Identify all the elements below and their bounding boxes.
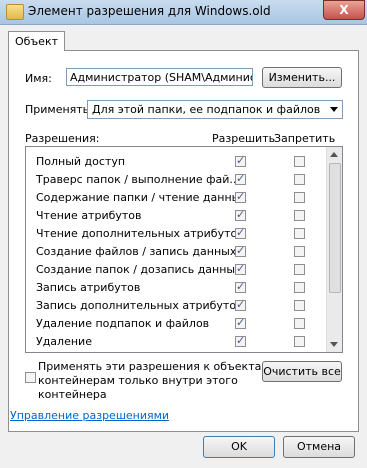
deny-checkbox[interactable] — [294, 174, 305, 185]
scrollbar[interactable] — [326, 147, 342, 352]
name-label: Имя: — [25, 72, 52, 85]
permission-label: Полный доступ — [36, 155, 126, 168]
cancel-button[interactable]: Отмена — [283, 436, 355, 458]
scroll-up-arrow-icon[interactable] — [330, 152, 338, 157]
ok-button[interactable]: OK — [203, 436, 275, 458]
permission-label: Траверс папок / выполнение фай... — [36, 173, 240, 186]
title-bar: Элемент разрешения для Windows.old — [0, 0, 367, 25]
permission-row: Чтение дополнительных атрибутов — [26, 225, 326, 243]
deny-checkbox[interactable] — [294, 156, 305, 167]
close-button[interactable]: X — [323, 0, 365, 20]
permission-label: Удаление — [36, 335, 92, 348]
allow-checkbox[interactable] — [235, 226, 246, 239]
allow-column-header: Разрешить — [212, 132, 276, 145]
allow-checkbox[interactable] — [235, 172, 246, 185]
allow-checkbox[interactable] — [235, 280, 246, 293]
clear-all-button[interactable]: Очистить все — [262, 361, 342, 382]
permission-label: Создание файлов / запись данных — [36, 245, 237, 258]
deny-checkbox[interactable] — [294, 264, 305, 275]
permission-label: Чтение дополнительных атрибутов — [36, 227, 244, 240]
permission-row: Удаление подпапок и файлов — [26, 315, 326, 333]
apply-inside-label-line2: контейнерам только внутри этого — [38, 374, 238, 387]
permission-row: Запись атрибутов — [26, 279, 326, 297]
permission-row: Создание папок / дозапись данных — [26, 261, 326, 279]
deny-checkbox[interactable] — [294, 336, 305, 347]
permissions-header: Разрешения: — [25, 132, 100, 145]
apply-inside-label-line3: контейнера — [38, 388, 107, 401]
allow-checkbox[interactable] — [235, 190, 246, 203]
deny-checkbox[interactable] — [294, 318, 305, 329]
deny-checkbox[interactable] — [294, 246, 305, 257]
permission-label: Создание папок / дозапись данных — [36, 263, 242, 276]
apply-inside-checkbox[interactable] — [25, 372, 36, 383]
permission-row: Чтение атрибутов — [26, 207, 326, 225]
deny-checkbox[interactable] — [294, 282, 305, 293]
scroll-thumb[interactable] — [329, 163, 341, 293]
deny-checkbox[interactable] — [294, 300, 305, 311]
change-button[interactable]: Изменить... — [262, 67, 342, 88]
permissions-list: Полный доступ Траверс папок / выполнение … — [25, 146, 343, 353]
allow-checkbox[interactable] — [235, 154, 246, 167]
permission-label: Содержание папки / чтение данных — [36, 191, 247, 204]
deny-checkbox[interactable] — [294, 210, 305, 221]
window-title: Элемент разрешения для Windows.old — [28, 4, 271, 18]
apply-to-value: Для этой папки, ее подпапок и файлов — [92, 103, 321, 116]
permission-row: Создание файлов / запись данных — [26, 243, 326, 261]
deny-column-header: Запретить — [274, 132, 336, 145]
allow-checkbox[interactable] — [235, 208, 246, 221]
permission-row: Содержание папки / чтение данных — [26, 189, 326, 207]
apply-to-select[interactable]: Для этой папки, ее подпапок и файлов — [87, 100, 343, 119]
permission-row: Полный доступ — [26, 153, 326, 171]
manage-permissions-link[interactable]: Управление разрешениями — [10, 409, 169, 422]
permission-row: Удаление — [26, 333, 326, 351]
chevron-down-icon — [330, 107, 338, 112]
apply-label: Применять: — [25, 103, 93, 116]
permission-row: Запись дополнительных атрибутов — [26, 297, 326, 315]
permission-label: Удаление подпапок и файлов — [36, 317, 210, 330]
allow-checkbox[interactable] — [235, 262, 246, 275]
scroll-down-arrow-icon[interactable] — [330, 342, 338, 347]
allow-checkbox[interactable] — [235, 298, 246, 311]
permission-label: Запись атрибутов — [36, 281, 141, 294]
permission-label: Чтение атрибутов — [36, 209, 142, 222]
allow-checkbox[interactable] — [235, 334, 246, 347]
deny-checkbox[interactable] — [294, 192, 305, 203]
folder-icon — [6, 4, 24, 20]
apply-inside-label-line1: Применять эти разрешения к объектам и — [38, 360, 281, 373]
name-field[interactable]: Администратор (SHAM\Администра — [66, 68, 253, 86]
allow-checkbox[interactable] — [235, 244, 246, 257]
permission-label: Запись дополнительных атрибутов — [36, 299, 243, 312]
tab-object[interactable]: Объект — [8, 31, 65, 51]
allow-checkbox[interactable] — [235, 316, 246, 329]
permission-row: Траверс папок / выполнение фай... — [26, 171, 326, 189]
deny-checkbox[interactable] — [294, 228, 305, 239]
